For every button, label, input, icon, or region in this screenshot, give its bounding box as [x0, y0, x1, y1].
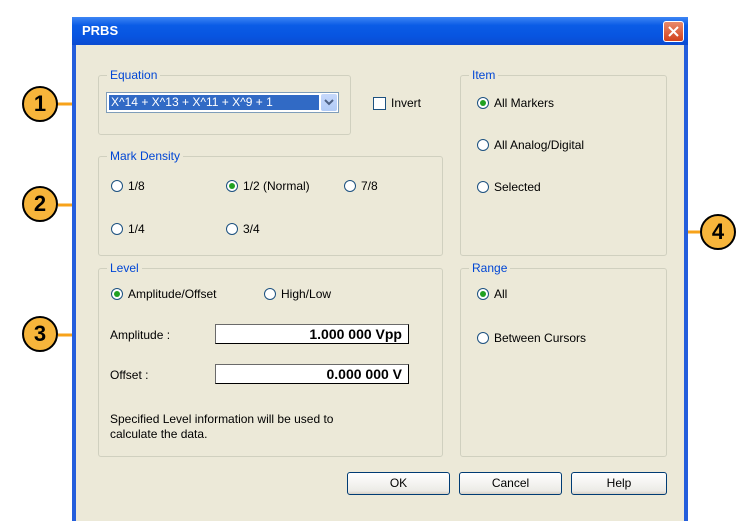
range-radio-all[interactable]: All: [477, 287, 507, 301]
density-option-label: 1/4: [128, 222, 145, 236]
density-radio-1-4[interactable]: 1/4: [111, 222, 145, 236]
density-option-label: 7/8: [361, 179, 378, 193]
callout-2: 2: [22, 186, 58, 222]
chevron-down-icon: [324, 99, 334, 106]
callout-3: 3: [22, 316, 58, 352]
radio-circle-selected[interactable]: [477, 97, 489, 109]
level-mode-amplitude-offset[interactable]: Amplitude/Offset: [111, 287, 217, 301]
level-mode-label: Amplitude/Offset: [128, 287, 217, 301]
ok-button[interactable]: OK: [347, 472, 450, 495]
invert-label: Invert: [391, 96, 422, 110]
density-option-label: 1/2 (Normal): [243, 179, 310, 193]
density-option-label: 3/4: [243, 222, 260, 236]
level-mode-label: High/Low: [281, 287, 332, 301]
radio-circle[interactable]: [226, 223, 238, 235]
prbs-dialog: PRBS Equation X^14 + X^13 + X^11 + X^9 +…: [72, 17, 688, 521]
item-option-label: Selected: [494, 180, 541, 194]
density-radio-7-8[interactable]: 7/8: [344, 179, 378, 193]
radio-circle[interactable]: [111, 180, 123, 192]
equation-selected-value: X^14 + X^13 + X^11 + X^9 + 1: [109, 95, 319, 110]
radio-circle[interactable]: [111, 223, 123, 235]
callout-4: 4: [700, 214, 736, 250]
density-radio-1-2[interactable]: 1/2 (Normal): [226, 179, 310, 193]
item-radio-selected[interactable]: Selected: [477, 180, 541, 194]
radio-circle-selected[interactable]: [226, 180, 238, 192]
range-option-label: Between Cursors: [494, 331, 587, 345]
title-bar: PRBS: [72, 17, 688, 45]
dialog-body: Equation X^14 + X^13 + X^11 + X^9 + 1 In…: [76, 45, 684, 521]
amplitude-field[interactable]: 1.000 000 Vpp: [215, 324, 409, 344]
level-mode-high-low[interactable]: High/Low: [264, 287, 331, 301]
close-button[interactable]: [663, 21, 684, 42]
mark-density-group-label: Mark Density: [107, 149, 184, 163]
range-radio-between-cursors[interactable]: Between Cursors: [477, 331, 586, 345]
density-radio-1-8[interactable]: 1/8: [111, 179, 145, 193]
cancel-button[interactable]: Cancel: [459, 472, 562, 495]
item-radio-all-analog-digital[interactable]: All Analog/Digital: [477, 138, 584, 152]
invert-checkbox[interactable]: Invert: [373, 96, 421, 110]
equation-group-label: Equation: [107, 68, 161, 82]
item-group-label: Item: [469, 68, 499, 82]
item-radio-all-markers[interactable]: All Markers: [477, 96, 554, 110]
amplitude-label: Amplitude :: [110, 328, 171, 342]
radio-circle[interactable]: [477, 332, 489, 344]
item-option-label: All Analog/Digital: [494, 138, 585, 152]
radio-circle-selected[interactable]: [111, 288, 123, 300]
offset-field[interactable]: 0.000 000 V: [215, 364, 409, 384]
density-option-label: 1/8: [128, 179, 145, 193]
radio-circle-selected[interactable]: [477, 288, 489, 300]
close-icon: [668, 26, 679, 37]
radio-circle[interactable]: [344, 180, 356, 192]
offset-label: Offset :: [110, 368, 149, 382]
invert-checkbox-box[interactable]: [373, 96, 386, 110]
mark-density-group: Mark Density: [98, 149, 443, 256]
radio-circle[interactable]: [477, 139, 489, 151]
density-radio-3-4[interactable]: 3/4: [226, 222, 260, 236]
equation-combobox[interactable]: X^14 + X^13 + X^11 + X^9 + 1: [106, 92, 339, 113]
item-option-label: All Markers: [494, 96, 555, 110]
callout-1: 1: [22, 86, 58, 122]
window-title: PRBS: [82, 23, 119, 38]
range-group-label: Range: [469, 261, 511, 275]
radio-circle[interactable]: [264, 288, 276, 300]
level-group-label: Level: [107, 261, 142, 275]
combo-dropdown-button[interactable]: [321, 94, 337, 111]
range-option-label: All: [494, 287, 508, 301]
level-note: Specified Level information will be used…: [110, 412, 334, 441]
help-button[interactable]: Help: [571, 472, 667, 495]
radio-circle[interactable]: [477, 181, 489, 193]
